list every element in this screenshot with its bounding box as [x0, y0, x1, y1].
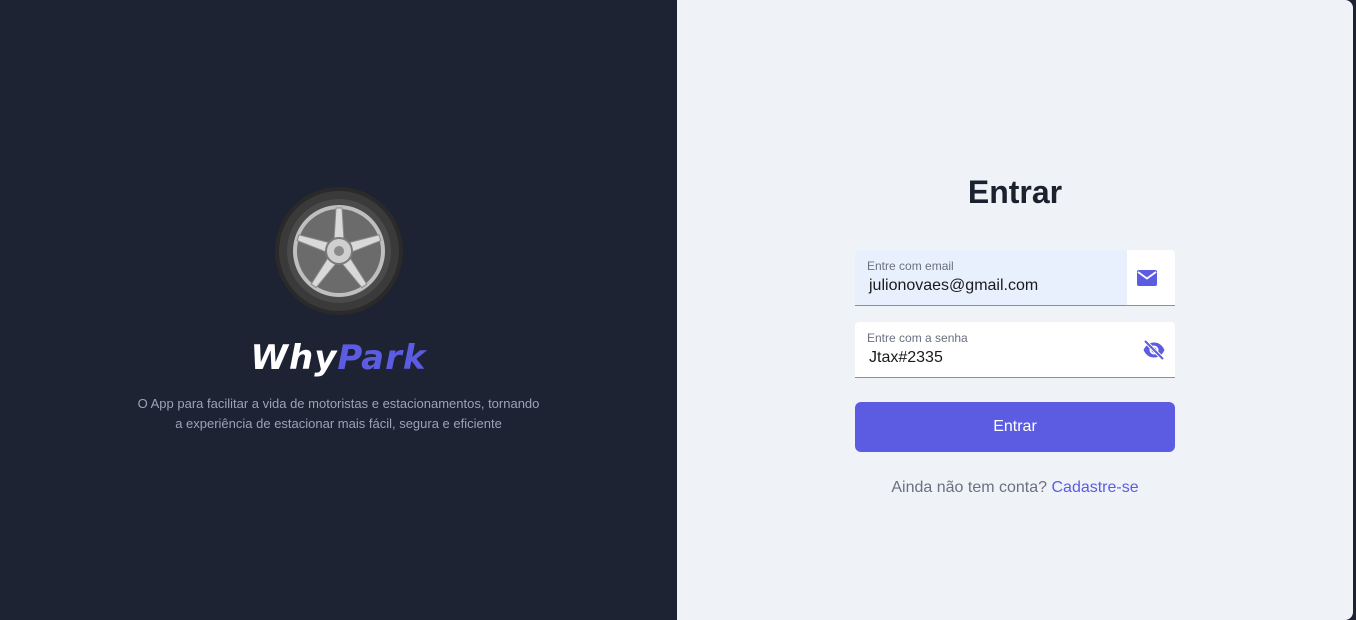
signup-prompt-text: Ainda não tem conta?	[891, 479, 1048, 496]
brand-name-part2: Park	[337, 338, 427, 378]
mail-icon	[1137, 270, 1157, 286]
login-title: Entrar	[967, 174, 1063, 210]
signup-prompt: Ainda não tem conta? Cadastre-se	[677, 479, 1353, 497]
brand-tagline: O App para facilitar a vida de motorista…	[110, 394, 567, 434]
email-field[interactable]: Entre com email julionovaes@gmail.com	[855, 250, 1175, 306]
password-label: Entre com a senha	[867, 331, 968, 345]
brand-name-part1: Why	[250, 338, 338, 378]
email-label: Entre com email	[867, 259, 954, 273]
password-field[interactable]: Entre com a senha Jtax#2335	[855, 322, 1175, 378]
tagline-line2: a experiência de estacionar mais fácil, …	[175, 416, 502, 431]
login-submit-button[interactable]: Entrar	[855, 402, 1175, 452]
car-wheel-icon	[275, 187, 403, 315]
signup-link[interactable]: Cadastre-se	[1051, 479, 1138, 496]
brand-panel: WhyPark O App para facilitar a vida de m…	[0, 0, 677, 620]
email-input[interactable]: julionovaes@gmail.com	[869, 277, 1038, 295]
password-input[interactable]: Jtax#2335	[869, 349, 943, 367]
eye-off-icon[interactable]	[1142, 338, 1166, 362]
login-panel	[677, 0, 1353, 620]
brand-logo-text: WhyPark	[0, 336, 677, 380]
tagline-line1: O App para facilitar a vida de motorista…	[137, 396, 540, 411]
